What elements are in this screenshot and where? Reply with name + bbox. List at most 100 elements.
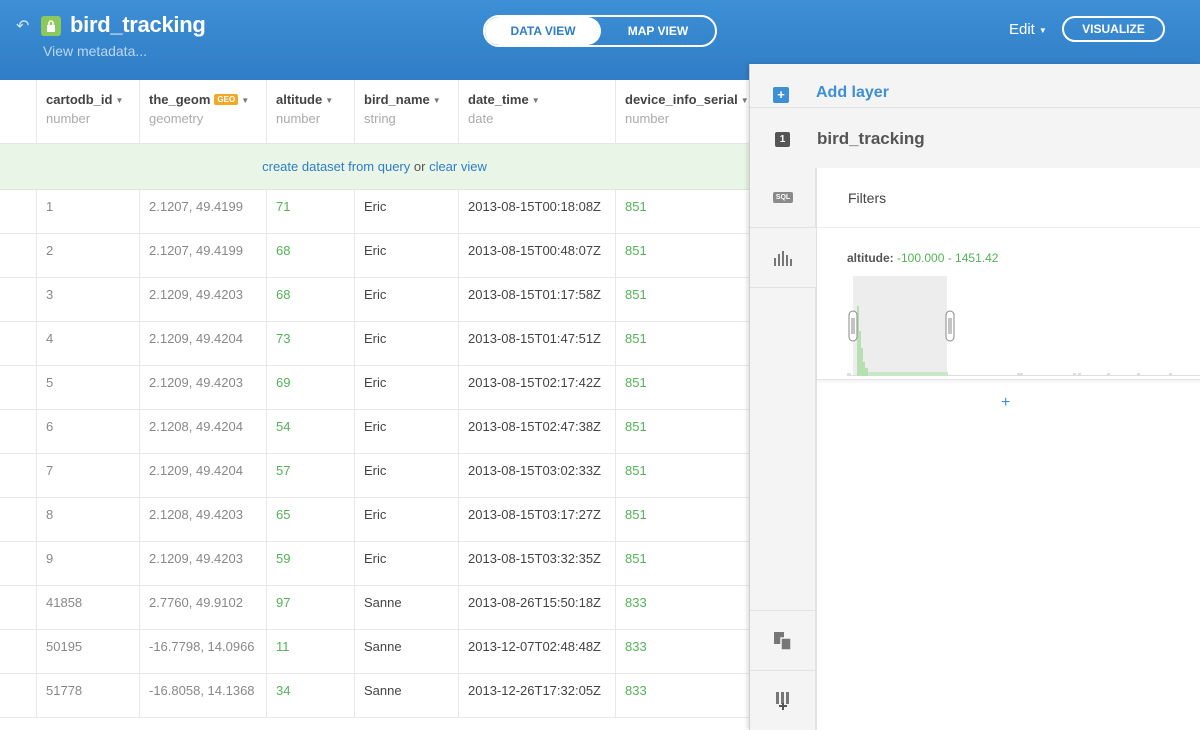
cell-the-geom[interactable]: -16.7798, 14.0966 <box>139 630 266 674</box>
row-selector[interactable] <box>0 366 36 410</box>
cell-device-info-serial[interactable]: 851 <box>615 234 749 278</box>
create-dataset-link[interactable]: create dataset from query <box>262 159 410 174</box>
table-row[interactable]: 2 2.1207, 49.4199 68 Eric 2013-08-15T00:48:0… <box>0 234 749 278</box>
column-name[interactable]: altitude ▼ <box>276 92 354 107</box>
cell-date-time[interactable]: 2013-08-15T02:47:38Z <box>458 410 615 454</box>
cell-the-geom[interactable]: 2.1209, 49.4203 <box>139 542 266 586</box>
range-handle-min[interactable] <box>848 310 858 342</box>
row-selector[interactable] <box>0 630 36 674</box>
add-layer-button[interactable]: Add layer <box>816 84 889 102</box>
cell-altitude[interactable]: 73 <box>266 322 354 366</box>
cell-altitude[interactable]: 97 <box>266 586 354 630</box>
add-filter-button[interactable]: + <box>1001 394 1010 412</box>
cell-date-time[interactable]: 2013-08-15T01:17:58Z <box>458 278 615 322</box>
cell-altitude[interactable]: 69 <box>266 366 354 410</box>
row-selector[interactable] <box>0 586 36 630</box>
row-selector[interactable] <box>0 190 36 234</box>
row-selector[interactable] <box>0 454 36 498</box>
table-row[interactable]: 8 2.1208, 49.4203 65 Eric 2013-08-15T03:17:2… <box>0 498 749 542</box>
cell-cartodb-id[interactable]: 9 <box>36 542 139 586</box>
column-name[interactable]: cartodb_id ▼ <box>46 92 139 107</box>
cell-cartodb-id[interactable]: 50195 <box>36 630 139 674</box>
cell-the-geom[interactable]: 2.1208, 49.4203 <box>139 498 266 542</box>
cell-date-time[interactable]: 2013-08-15T00:18:08Z <box>458 190 615 234</box>
cell-the-geom[interactable]: 2.1209, 49.4204 <box>139 322 266 366</box>
cell-date-time[interactable]: 2013-08-15T00:48:07Z <box>458 234 615 278</box>
cell-the-geom[interactable]: 2.1209, 49.4203 <box>139 366 266 410</box>
add-layer-icon[interactable]: + <box>773 87 789 103</box>
row-selector[interactable] <box>0 278 36 322</box>
cell-cartodb-id[interactable]: 4 <box>36 322 139 366</box>
cell-altitude[interactable]: 57 <box>266 454 354 498</box>
row-selector[interactable] <box>0 542 36 586</box>
table-row[interactable]: 5 2.1209, 49.4203 69 Eric 2013-08-15T02:17:4… <box>0 366 749 410</box>
cell-device-info-serial[interactable]: 851 <box>615 190 749 234</box>
column-name[interactable]: date_time ▼ <box>468 92 615 107</box>
cell-bird-name[interactable]: Eric <box>354 278 458 322</box>
cell-the-geom[interactable]: 2.7760, 49.9102 <box>139 586 266 630</box>
cell-date-time[interactable]: 2013-08-26T15:50:18Z <box>458 586 615 630</box>
table-row[interactable]: 1 2.1207, 49.4199 71 Eric 2013-08-15T00:18:0… <box>0 190 749 234</box>
cell-cartodb-id[interactable]: 5 <box>36 366 139 410</box>
cell-date-time[interactable]: 2013-08-15T03:17:27Z <box>458 498 615 542</box>
merge-tables-button[interactable] <box>750 610 816 670</box>
cell-bird-name[interactable]: Eric <box>354 322 458 366</box>
cell-the-geom[interactable]: 2.1209, 49.4203 <box>139 278 266 322</box>
cell-bird-name[interactable]: Sanne <box>354 630 458 674</box>
row-selector[interactable] <box>0 322 36 366</box>
table-row[interactable]: 50195 -16.7798, 14.0966 11 Sanne 2013-12-07T… <box>0 630 749 674</box>
cell-bird-name[interactable]: Eric <box>354 234 458 278</box>
row-selector[interactable] <box>0 234 36 278</box>
column-header-device-info-serial[interactable]: device_info_serial ▼ number <box>615 80 749 144</box>
sql-button[interactable]: SQL <box>750 168 816 228</box>
altitude-histogram[interactable] <box>847 276 1200 376</box>
cell-bird-name[interactable]: Sanne <box>354 674 458 718</box>
add-layer-row[interactable]: + Add layer <box>750 64 1200 108</box>
cell-cartodb-id[interactable]: 7 <box>36 454 139 498</box>
cell-device-info-serial[interactable]: 833 <box>615 586 749 630</box>
cell-device-info-serial[interactable]: 851 <box>615 366 749 410</box>
cell-device-info-serial[interactable]: 833 <box>615 674 749 718</box>
cell-date-time[interactable]: 2013-12-26T17:32:05Z <box>458 674 615 718</box>
cell-bird-name[interactable]: Eric <box>354 454 458 498</box>
cell-the-geom[interactable]: 2.1208, 49.4204 <box>139 410 266 454</box>
cell-bird-name[interactable]: Eric <box>354 366 458 410</box>
cell-device-info-serial[interactable]: 851 <box>615 498 749 542</box>
cell-altitude[interactable]: 71 <box>266 190 354 234</box>
cell-device-info-serial[interactable]: 851 <box>615 542 749 586</box>
row-selector[interactable] <box>0 498 36 542</box>
cell-altitude[interactable]: 59 <box>266 542 354 586</box>
column-header-altitude[interactable]: altitude ▼ number <box>266 80 354 144</box>
filters-button[interactable] <box>750 228 816 288</box>
table-row[interactable]: 3 2.1209, 49.4203 68 Eric 2013-08-15T01:17:5… <box>0 278 749 322</box>
table-row[interactable]: 9 2.1209, 49.4203 59 Eric 2013-08-15T03:32:3… <box>0 542 749 586</box>
add-column-button[interactable] <box>750 670 816 730</box>
cell-bird-name[interactable]: Sanne <box>354 586 458 630</box>
cell-the-geom[interactable]: -16.8058, 14.1368 <box>139 674 266 718</box>
tab-map-view[interactable]: MAP VIEW <box>601 17 715 45</box>
table-row[interactable]: 41858 2.7760, 49.9102 97 Sanne 2013-08-26T15… <box>0 586 749 630</box>
cell-cartodb-id[interactable]: 3 <box>36 278 139 322</box>
tab-data-view[interactable]: DATA VIEW <box>485 17 601 45</box>
cell-altitude[interactable]: 34 <box>266 674 354 718</box>
cell-bird-name[interactable]: Eric <box>354 190 458 234</box>
column-name[interactable]: the_geom GEO ▼ <box>149 92 266 107</box>
cell-altitude[interactable]: 68 <box>266 234 354 278</box>
range-handle-max[interactable] <box>945 310 955 342</box>
cell-cartodb-id[interactable]: 6 <box>36 410 139 454</box>
edit-menu[interactable]: Edit ▼ <box>1009 21 1047 38</box>
back-arrow-icon[interactable]: ↶ <box>16 16 29 36</box>
column-name[interactable]: device_info_serial ▼ <box>625 92 749 107</box>
cell-date-time[interactable]: 2013-08-15T01:47:51Z <box>458 322 615 366</box>
cell-bird-name[interactable]: Eric <box>354 410 458 454</box>
cell-date-time[interactable]: 2013-08-15T03:02:33Z <box>458 454 615 498</box>
column-header-the-geom[interactable]: the_geom GEO ▼ geometry <box>139 80 266 144</box>
cell-date-time[interactable]: 2013-12-07T02:48:48Z <box>458 630 615 674</box>
cell-altitude[interactable]: 54 <box>266 410 354 454</box>
cell-the-geom[interactable]: 2.1207, 49.4199 <box>139 190 266 234</box>
cell-date-time[interactable]: 2013-08-15T03:32:35Z <box>458 542 615 586</box>
cell-bird-name[interactable]: Eric <box>354 498 458 542</box>
lock-icon[interactable] <box>41 16 61 36</box>
cell-date-time[interactable]: 2013-08-15T02:17:42Z <box>458 366 615 410</box>
column-header-bird-name[interactable]: bird_name ▼ string <box>354 80 458 144</box>
